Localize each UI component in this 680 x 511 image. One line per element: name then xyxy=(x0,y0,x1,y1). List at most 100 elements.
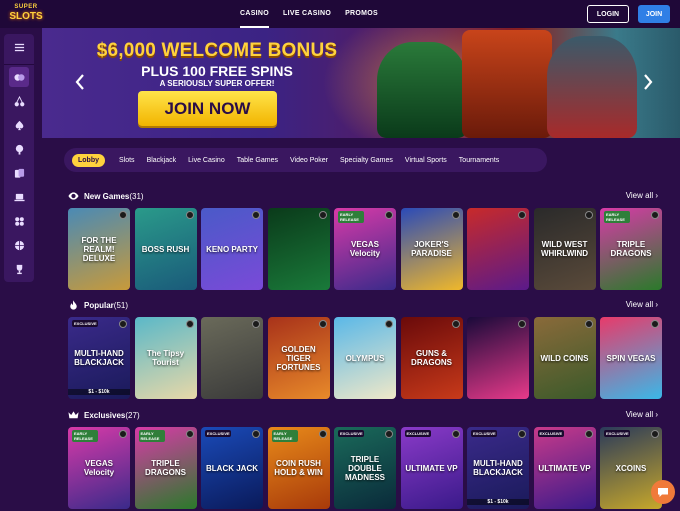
new-games-view-all[interactable]: View all › xyxy=(626,189,658,203)
release-badge: EXCLUSIVE xyxy=(338,430,364,437)
game-title: The Tipsy Tourist xyxy=(146,349,185,367)
game-tile[interactable]: WILD WEST WHIRLWIND xyxy=(533,208,596,290)
game-tile[interactable] xyxy=(467,208,529,290)
cherries-icon[interactable] xyxy=(9,91,29,111)
banner-subtitle: PLUS 100 FREE SPINS xyxy=(141,63,293,79)
game-tile[interactable]: KENO PARTY xyxy=(201,208,263,290)
live-chat-button[interactable] xyxy=(651,480,675,504)
tab-specialty-games[interactable]: Specialty Games xyxy=(340,157,393,164)
provider-icon xyxy=(385,320,393,328)
game-tile[interactable]: BOSS RUSH xyxy=(134,208,197,290)
game-title: SPIN VEGAS xyxy=(606,353,656,363)
game-title: BOSS RUSH xyxy=(141,244,190,254)
nav-promos[interactable]: PROMOS xyxy=(345,0,378,28)
bet-range: $1 - $10k xyxy=(68,389,130,395)
game-tile[interactable]: EXCLUSIVE MULTI-HAND BLACKJACK $1 - $10k xyxy=(68,317,130,399)
welcome-bonus-banner[interactable]: $6,000 WELCOME BONUS PLUS 100 FREE SPINS… xyxy=(42,28,680,138)
game-tile[interactable]: EARLY RELEASE VEGAS Velocity xyxy=(68,427,130,509)
game-tile[interactable]: EXCLUSIVE BLACK JACK xyxy=(201,427,263,509)
provider-icon xyxy=(252,320,260,328)
provider-icon xyxy=(385,211,393,219)
popular-view-all[interactable]: View all › xyxy=(626,298,658,312)
game-tile[interactable]: The Tipsy Tourist xyxy=(134,317,197,399)
game-tile[interactable] xyxy=(267,208,330,290)
trophy-icon[interactable] xyxy=(9,259,29,279)
game-tile[interactable]: WILD COINS xyxy=(533,317,596,399)
anubis-character xyxy=(377,42,467,138)
game-tile[interactable] xyxy=(467,317,529,399)
basketball-icon[interactable] xyxy=(9,235,29,255)
flame-icon xyxy=(70,300,77,310)
game-tile[interactable]: EXCLUSIVE ULTIMATE VP xyxy=(400,427,463,509)
tab-video-poker[interactable]: Video Poker xyxy=(290,157,328,164)
provider-icon xyxy=(318,211,327,219)
spade-icon[interactable] xyxy=(9,115,29,135)
release-badge: EXCLUSIVE xyxy=(604,430,630,437)
tab-virtual-sports[interactable]: Virtual Sports xyxy=(405,157,447,164)
laptop-icon[interactable] xyxy=(9,187,29,207)
game-title: VEGAS Velocity xyxy=(349,240,381,258)
sidebar-divider xyxy=(4,64,34,65)
nav-casino[interactable]: CASINO xyxy=(240,0,270,28)
tab-tournaments[interactable]: Tournaments xyxy=(459,157,499,164)
provider-icon xyxy=(518,430,526,438)
join-button[interactable]: JOIN xyxy=(638,5,670,23)
sidebar xyxy=(4,34,34,282)
game-tile[interactable]: EARLY RELEASE VEGAS Velocity xyxy=(334,208,396,290)
section-count: (31) xyxy=(129,191,144,201)
game-title: WILD COINS xyxy=(540,353,589,363)
game-tile[interactable]: GOLDEN TIGER FORTUNES xyxy=(267,317,330,399)
tab-blackjack[interactable]: Blackjack xyxy=(147,157,177,164)
video-poker-cards-icon[interactable] xyxy=(9,163,29,183)
game-tile[interactable]: EARLY RELEASE TRIPLE DRAGONS xyxy=(600,208,662,290)
provider-icon xyxy=(318,320,327,328)
provider-icon xyxy=(518,320,526,328)
casino-chips-icon[interactable] xyxy=(9,67,29,87)
banner-title: $6,000 WELCOME BONUS xyxy=(96,40,338,61)
banner-prev-arrow[interactable] xyxy=(72,72,88,92)
exclusives-row: EARLY RELEASE VEGAS Velocity EARLY RELEASE… xyxy=(68,427,680,509)
game-tile[interactable]: GUNS & DRAGONS xyxy=(400,317,463,399)
provider-icon xyxy=(185,211,194,219)
game-title: JOKER'S PARADISE xyxy=(411,240,452,258)
login-button[interactable]: LOGIN xyxy=(587,5,629,23)
game-title: TRIPLE DRAGONS xyxy=(610,240,652,258)
game-title: GUNS & DRAGONS xyxy=(411,349,452,367)
game-title: BLACK JACK xyxy=(206,463,258,473)
main-nav: CASINO LIVE CASINO PROMOS xyxy=(240,0,378,28)
tab-live-casino[interactable]: Live Casino xyxy=(188,157,225,164)
exclusives-view-all[interactable]: View all › xyxy=(626,408,658,422)
game-tile[interactable]: OLYMPUS xyxy=(334,317,396,399)
provider-icon xyxy=(252,211,260,219)
game-title: TRIPLE DRAGONS xyxy=(145,459,186,477)
super-slots-logo[interactable]: SUPER SLOTS xyxy=(8,4,44,24)
game-tile[interactable]: FOR THE REALM! DELUXE xyxy=(68,208,130,290)
tab-slots[interactable]: Slots xyxy=(119,157,135,164)
banner-next-arrow[interactable] xyxy=(640,72,656,92)
crown-icon xyxy=(68,411,79,419)
nav-live-casino[interactable]: LIVE CASINO xyxy=(283,0,331,28)
provider-icon xyxy=(451,320,460,328)
banner-tagline: A SERIOUSLY SUPER OFFER! xyxy=(159,79,275,88)
menu-icon[interactable] xyxy=(9,37,29,57)
join-now-button[interactable]: JOIN NOW xyxy=(138,91,277,126)
game-tile[interactable]: SPIN VEGAS xyxy=(600,317,662,399)
microphone-icon[interactable] xyxy=(9,139,29,159)
specialty-games-icon[interactable] xyxy=(9,211,29,231)
release-badge: EXCLUSIVE xyxy=(537,430,564,437)
release-badge: EARLY RELEASE xyxy=(604,211,630,223)
game-title: GOLDEN TIGER FORTUNES xyxy=(276,344,321,372)
game-tile[interactable]: EARLY RELEASE COIN RUSH HOLD & WIN xyxy=(267,427,330,509)
tiki-mask-character xyxy=(462,30,552,138)
game-tile[interactable]: EARLY RELEASE TRIPLE DRAGONS xyxy=(134,427,197,509)
provider-icon xyxy=(651,430,659,438)
game-tile[interactable] xyxy=(201,317,263,399)
game-title: TRIPLE DOUBLE MADNESS xyxy=(344,454,385,482)
game-tile[interactable]: EXCLUSIVE ULTIMATE VP xyxy=(533,427,596,509)
popular-row: EXCLUSIVE MULTI-HAND BLACKJACK $1 - $10k Th… xyxy=(68,317,680,399)
tab-table-games[interactable]: Table Games xyxy=(237,157,278,164)
tab-lobby[interactable]: Lobby xyxy=(72,153,105,167)
game-tile[interactable]: EXCLUSIVE MULTI-HAND BLACKJACK $1 - $10k xyxy=(467,427,529,509)
game-tile[interactable]: EXCLUSIVE TRIPLE DOUBLE MADNESS xyxy=(334,427,396,509)
game-tile[interactable]: JOKER'S PARADISE xyxy=(400,208,463,290)
